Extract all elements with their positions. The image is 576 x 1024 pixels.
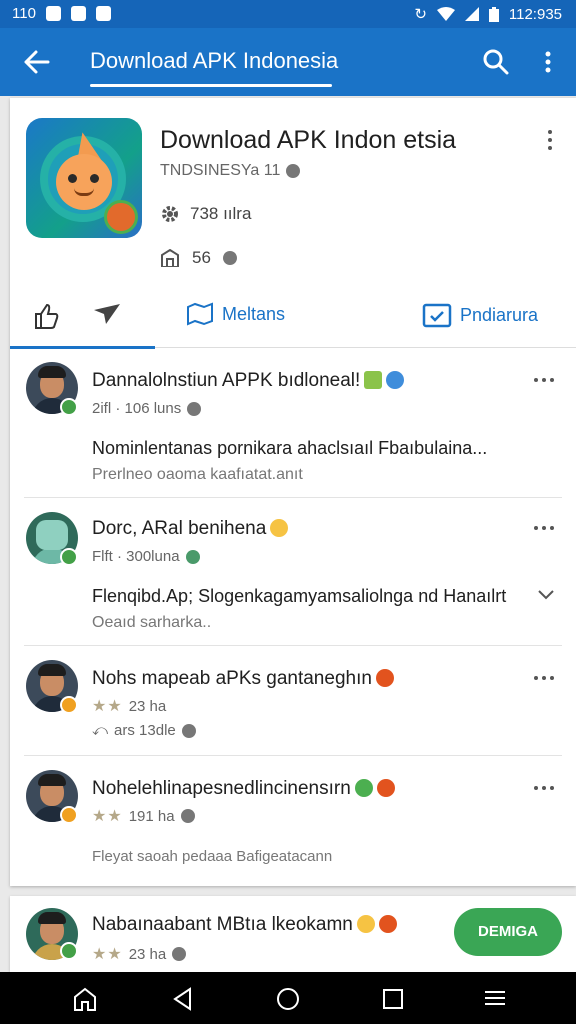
rating-text: 738 ıılra [190, 204, 252, 223]
face-emoji-icon [270, 519, 289, 537]
globe-icon [172, 947, 187, 961]
battery-icon [488, 6, 499, 22]
system-nav-bar [0, 972, 576, 1024]
feed: Dannalolnstiun APPK bıdloneal! 2ifl · 10… [10, 350, 576, 884]
signal-icon [464, 7, 479, 21]
post-author: Nohs mapeab aPKs gantaneghın [92, 668, 394, 690]
menu-icon[interactable] [482, 986, 508, 1012]
verified-badge-icon [60, 548, 78, 566]
post-meta: ★★ 23 ha [92, 697, 167, 716]
post-subtext-row: ⤺ ars 13dle [92, 722, 196, 739]
back-nav-icon[interactable] [170, 986, 196, 1012]
overflow-menu-icon[interactable] [538, 48, 558, 76]
building-icon [161, 249, 179, 267]
tab-pndiarura[interactable]: Pndiarura [422, 302, 538, 328]
status-bar: 110 ↻ 112:935 [0, 0, 576, 28]
developer-row: TNDSINESYa 11 [160, 162, 301, 180]
globe-emoji-icon [386, 371, 405, 389]
post-meta: ★★ 23 ha [92, 944, 187, 964]
post-subtext: Prerlneo oaoma kaafıatat.anıt [92, 466, 303, 483]
heart-emoji-icon [378, 915, 397, 933]
download-icon [95, 6, 111, 21]
tab-indicator [10, 346, 155, 349]
heart-emoji-icon [376, 779, 395, 797]
verified-badge-icon [60, 398, 78, 416]
post-author: Nabaınaabant MBtıa lkeokamn [92, 914, 397, 936]
status-time: 112:935 [508, 5, 562, 23]
post-more-icon[interactable] [532, 784, 556, 792]
count-value: 56 [192, 248, 211, 267]
post-author: Nohelehlinapesnedlincinensırn [92, 778, 395, 800]
star-rating-icon: ★★ [92, 946, 123, 963]
appbar-title: Download APK Indonesia [90, 48, 339, 73]
app-card: Download APK Indon etsia TNDSINESYa 11 7… [10, 98, 576, 886]
rating-row: 738 ıılra [160, 204, 251, 224]
home-circle-icon[interactable] [275, 986, 301, 1012]
image-icon [70, 6, 86, 21]
list-item[interactable]: Nohs mapeab aPKs gantaneghın ★★ 23 ha ⤺ ar… [24, 646, 562, 756]
search-icon[interactable] [482, 48, 510, 76]
count-row: 56 [160, 248, 237, 268]
star-rating-icon: ★★ [92, 698, 123, 715]
list-item[interactable]: Dannalolnstiun APPK bıdloneal! 2ifl · 10… [24, 350, 562, 498]
globe-icon [180, 809, 195, 823]
sync-icon: ↻ [414, 6, 427, 23]
tab-meltans[interactable]: Meltans [186, 302, 285, 326]
recents-icon[interactable] [380, 986, 406, 1012]
verified-badge-icon [60, 806, 78, 824]
list-item[interactable]: Nohelehlinapesnedlincinensırn ★★ 191 ha F… [24, 756, 562, 884]
tab-bar: Meltans Pndiarura [10, 288, 576, 349]
bottom-post-card[interactable]: Nabaınaabant MBtıa lkeokamn ★★ 23 ha DEMI… [10, 896, 576, 972]
face-emoji-icon [356, 915, 375, 933]
send-icon[interactable] [92, 302, 122, 326]
thumbs-up-icon[interactable] [32, 302, 60, 330]
post-more-icon[interactable] [532, 376, 556, 384]
globe-icon [286, 164, 301, 178]
post-text: Flenqibd.Ap; Slogenkagamyamsaliolnga nd … [92, 586, 507, 606]
gear-icon [162, 206, 178, 222]
notification-icon [45, 6, 61, 21]
globe-icon [222, 251, 237, 265]
post-meta: ★★ 191 ha [92, 806, 195, 826]
home-icon[interactable] [72, 986, 98, 1012]
status-left-text: 110 [12, 5, 36, 22]
post-more-icon[interactable] [532, 524, 556, 532]
wifi-icon [436, 7, 455, 21]
post-text: Nominlentanas pornikara ahaclsıaıl Fbaıb… [92, 438, 488, 458]
post-author: Dorc, ARal benihena [92, 518, 289, 540]
post-subtext: Fleyat saoah pedaaa Bafigeatacann [92, 848, 333, 865]
app-icon[interactable] [26, 118, 142, 238]
back-arrow-icon[interactable] [22, 48, 52, 76]
post-author: Dannalolnstiun APPK bıdloneal! [92, 370, 405, 392]
reply-icon: ⤺ [92, 722, 109, 739]
title-underline [90, 84, 332, 87]
green-emoji-icon [354, 779, 373, 797]
developer-name: TNDSINESYa 11 [160, 162, 281, 179]
check-emoji-icon [364, 371, 383, 389]
app-bar: Download APK Indonesia [0, 28, 576, 96]
app-icon-badge [104, 200, 138, 234]
heart-emoji-icon [375, 669, 394, 687]
globe-icon [187, 401, 202, 416]
post-meta: 2ifl · 106 luns [92, 400, 202, 417]
post-meta: Flft · 300luna [92, 548, 200, 565]
post-more-icon[interactable] [532, 674, 556, 682]
chevron-down-icon[interactable] [538, 590, 554, 600]
verified-badge-icon [60, 696, 78, 714]
map-icon [187, 302, 213, 326]
star-rating-icon: ★★ [92, 808, 123, 825]
tab-label: Meltans [222, 303, 286, 324]
verified-badge-icon [60, 942, 78, 960]
app-title: Download APK Indon etsia [160, 126, 457, 154]
card-more-icon[interactable] [544, 128, 556, 152]
globe-icon [181, 723, 196, 738]
calendar-check-icon [422, 303, 452, 328]
post-subtext: Oeaıd sarharka.. [92, 614, 212, 631]
verified-icon [185, 549, 200, 564]
list-item[interactable]: Dorc, ARal benihena Flft · 300luna Flenq… [24, 498, 562, 646]
tab-label: Pndiarura [460, 304, 539, 325]
download-button[interactable]: DEMIGA [454, 908, 562, 956]
